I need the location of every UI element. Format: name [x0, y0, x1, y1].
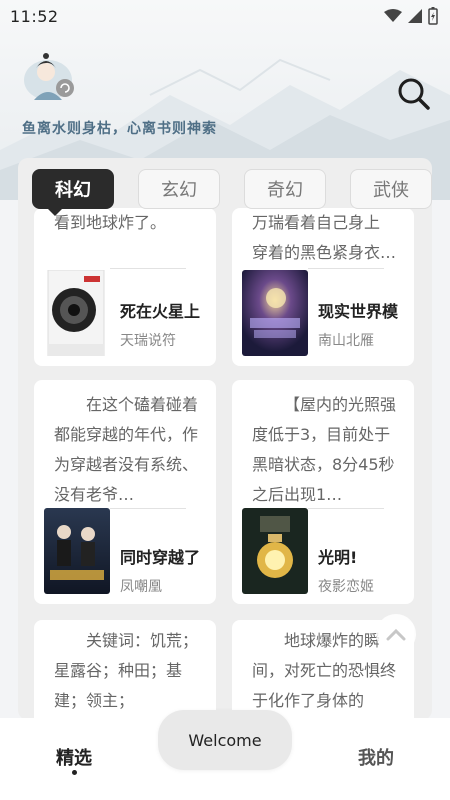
book-cover: [242, 270, 308, 356]
tab-wuxia[interactable]: 武侠: [350, 169, 432, 209]
status-icons: [384, 7, 438, 25]
book-author: 南山北雁: [318, 333, 374, 349]
tab-scifi[interactable]: 科幻: [32, 169, 114, 216]
book-card[interactable]: 关键词：饥荒；星露谷；种田；基建；领主；: [34, 620, 216, 720]
book-title: 现实世界模: [318, 302, 399, 321]
chevron-up-icon: [386, 628, 406, 641]
book-author: 凤嘲凰: [120, 579, 162, 595]
scroll-to-top-button[interactable]: [376, 614, 416, 654]
book-card[interactable]: 在这个磕着碰着都能穿越的年代，作为穿越者没有系统、没有老爷… 同时穿越了 凤嘲凰: [34, 380, 216, 604]
battery-icon: [428, 7, 438, 25]
signal-icon: [408, 9, 422, 23]
category-tabs: 科幻 玄幻 奇幻 武侠: [18, 158, 432, 216]
nav-active-indicator: [72, 770, 77, 775]
status-bar: 11:52: [0, 0, 450, 32]
nav-featured[interactable]: 精选: [56, 744, 92, 770]
book-card[interactable]: 万瑞看着自己身上 穿着的黑色紧身衣… 现实世界模 南山北雁: [232, 208, 414, 366]
book-card[interactable]: 看到地球炸了。 死在火星上 天瑞说符: [34, 208, 216, 366]
book-title: 死在火星上: [120, 302, 201, 321]
search-icon: [398, 78, 430, 110]
search-button[interactable]: [396, 76, 432, 112]
nav-profile[interactable]: 我的: [358, 744, 394, 770]
welcome-toast: Welcome: [158, 710, 292, 770]
book-cover: [44, 508, 110, 594]
excerpt-line: 穿着的黑色紧身衣…: [252, 243, 397, 262]
book-feed[interactable]: 看到地球炸了。 死在火星上 天瑞说符 万瑞看着自己身上 穿着的黑色紧身衣… 现实…: [18, 158, 432, 720]
tab-fantasy[interactable]: 奇幻: [244, 169, 326, 209]
header-slogan: 鱼离水则身枯，心离书则神索: [22, 121, 217, 137]
book-excerpt: 在这个磕着碰着都能穿越的年代，作为穿越者没有系统、没有老爷…: [54, 395, 199, 504]
book-card[interactable]: 【屋内的光照强度低于3，目前处于黑暗状态，8分45秒之后出现1… 光明! 夜影恋…: [232, 380, 414, 604]
scholar-avatar-icon[interactable]: [18, 48, 78, 104]
wifi-icon: [384, 9, 402, 22]
content-panel: 看到地球炸了。 死在火星上 天瑞说符 万瑞看着自己身上 穿着的黑色紧身衣… 现实…: [18, 158, 432, 720]
book-cover: [44, 270, 110, 356]
book-excerpt: 【屋内的光照强度低于3，目前处于黑暗状态，8分45秒之后出现1…: [252, 395, 397, 504]
book-author: 夜影恋姬: [318, 579, 374, 595]
status-time: 11:52: [10, 6, 59, 26]
tab-xuanhuan[interactable]: 玄幻: [138, 169, 220, 209]
book-excerpt: 万瑞看着自己身上 穿着的黑色紧身衣…: [252, 208, 402, 268]
book-title: 光明!: [318, 548, 358, 567]
card-divider: [110, 268, 186, 269]
book-author: 天瑞说符: [120, 333, 176, 349]
card-divider: [308, 508, 384, 509]
book-cover: [242, 508, 308, 594]
book-title: 同时穿越了: [120, 548, 201, 567]
card-divider: [308, 268, 384, 269]
card-divider: [110, 508, 186, 509]
book-excerpt: 关键词：饥荒；星露谷；种田；基建；领主；: [54, 631, 199, 710]
